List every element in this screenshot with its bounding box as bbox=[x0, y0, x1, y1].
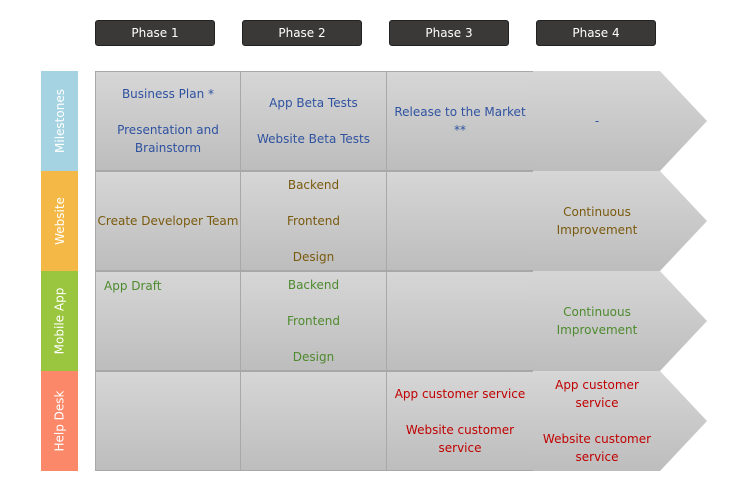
cell-text: Business Plan * bbox=[121, 87, 215, 101]
cell: Backend Frontend Design bbox=[240, 171, 387, 271]
cell-text: Design bbox=[292, 250, 335, 264]
cell: Release to the Market ** bbox=[386, 71, 534, 171]
cell-text: Backend bbox=[287, 178, 340, 192]
cell-text: Create Developer Team bbox=[97, 214, 239, 228]
cell: App customer service Website customer ser… bbox=[386, 371, 534, 471]
cell: App Draft bbox=[95, 271, 241, 371]
cell-text: Release to the Market ** bbox=[394, 105, 526, 137]
cell-text: Website customer service bbox=[542, 432, 652, 464]
row-label-text: Mobile App bbox=[52, 287, 67, 355]
cell-text: Continuous Improvement bbox=[556, 205, 638, 237]
row-label-text: Help Desk bbox=[52, 390, 67, 452]
cell-text: App Beta Tests bbox=[269, 96, 358, 110]
phase-header-1: Phase 1 bbox=[95, 20, 215, 46]
cell-text: App customer service bbox=[555, 378, 639, 410]
cell bbox=[240, 371, 387, 471]
row-label-text: Milestones bbox=[52, 89, 67, 153]
cell-text: Continuous Improvement bbox=[556, 305, 638, 337]
phase-header-3: Phase 3 bbox=[389, 20, 509, 46]
cell-text: Website customer service bbox=[405, 423, 515, 455]
cell: Continuous Improvement bbox=[533, 271, 707, 371]
cell: - bbox=[533, 71, 707, 171]
phase-header-4: Phase 4 bbox=[536, 20, 656, 46]
cell: Business Plan * Presentation and Brainsto… bbox=[95, 71, 241, 171]
cell bbox=[386, 271, 534, 371]
cell: Backend Frontend Design bbox=[240, 271, 387, 371]
cell-text: - bbox=[594, 114, 600, 128]
row-label-text: Website bbox=[52, 197, 67, 245]
cell-text: Frontend bbox=[287, 314, 340, 328]
row-label: Mobile App bbox=[41, 271, 78, 371]
cell-text: Frontend bbox=[287, 214, 340, 228]
cell: Create Developer Team bbox=[95, 171, 241, 271]
cell-text: Website Beta Tests bbox=[256, 132, 371, 146]
cell-text: App customer service bbox=[394, 387, 526, 401]
row-label: Help Desk bbox=[41, 371, 78, 471]
cell-text: Design bbox=[292, 350, 335, 364]
phase-header-2: Phase 2 bbox=[242, 20, 362, 46]
row-label: Milestones bbox=[41, 71, 78, 171]
cell: Continuous Improvement bbox=[533, 171, 707, 271]
cell: App Beta Tests Website Beta Tests bbox=[240, 71, 387, 171]
cell bbox=[386, 171, 534, 271]
cell-text: Backend bbox=[287, 278, 340, 292]
cell-text: Presentation and Brainstorm bbox=[117, 123, 219, 155]
cell: App customer service Website customer ser… bbox=[533, 371, 707, 471]
cell-text: App Draft bbox=[104, 279, 162, 293]
cell bbox=[95, 371, 241, 471]
row-label: Website bbox=[41, 171, 78, 271]
